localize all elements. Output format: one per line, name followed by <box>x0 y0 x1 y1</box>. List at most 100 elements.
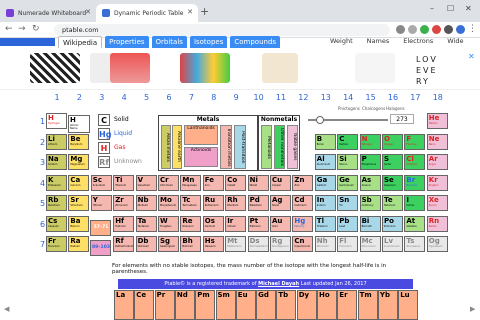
element-cell-zr[interactable]: Zr Zirconium <box>113 195 135 211</box>
element-cell-ca[interactable]: Ca Calcium <box>68 174 90 191</box>
weight-toggle[interactable]: Weight <box>330 37 353 45</box>
element-cell-cl[interactable]: Cl Chlorine <box>404 154 426 170</box>
group-number[interactable]: 16 <box>382 93 404 102</box>
tab-orbitals[interactable]: Orbitals <box>151 36 187 48</box>
lanthanoid-placeholder[interactable]: 57–71 <box>90 220 111 236</box>
ad-image[interactable] <box>180 53 230 83</box>
element-cell-c[interactable]: C Carbon <box>337 133 359 150</box>
group-number[interactable]: 2 <box>68 93 90 102</box>
element-cell-og[interactable]: Og Oganesson <box>426 236 448 252</box>
element-cell-cs[interactable]: Cs Caesium <box>46 215 67 232</box>
element-cell-fl[interactable]: Fl Flerovium <box>337 236 359 252</box>
element-cell-po[interactable]: Po Polonium <box>382 215 403 232</box>
element-cell-pb[interactable]: Pb Lead <box>337 215 359 232</box>
element-cell-si[interactable]: Si Silicon <box>337 154 359 170</box>
group-number[interactable]: 17 <box>404 93 426 102</box>
ptable-logo[interactable] <box>0 38 55 46</box>
element-cell-w[interactable]: W Tungsten <box>158 215 179 232</box>
element-cell-nd[interactable]: Nd <box>174 290 195 320</box>
ad-image[interactable] <box>30 53 80 83</box>
element-cell-pd[interactable]: Pd Palladium <box>247 195 269 211</box>
element-cell-ni[interactable]: Ni Nickel <box>247 174 269 191</box>
group-number[interactable]: 18 <box>427 93 449 102</box>
period-number[interactable]: 4 <box>40 179 45 188</box>
element-cell-ne[interactable]: Ne Neon <box>426 133 448 150</box>
element-cell-os[interactable]: Os Osmium <box>202 215 224 232</box>
element-cell-be[interactable]: Be Beryllium <box>68 133 90 150</box>
element-cell-cd[interactable]: Cd Cadmium <box>292 195 314 211</box>
element-cell-ir[interactable]: Ir Iridium <box>225 215 247 232</box>
legend-actinoids[interactable]: Actinoids <box>184 147 218 167</box>
element-cell-at[interactable]: At Astatine <box>404 215 426 232</box>
tab-compounds[interactable]: Compounds <box>230 36 281 48</box>
element-cell-co[interactable]: Co Cobalt <box>225 174 247 191</box>
legend-metalloids[interactable]: Metalloids <box>261 125 272 169</box>
element-cell-k[interactable]: K Potassium <box>46 174 67 191</box>
element-cell-rn[interactable]: Rn Radon <box>426 215 448 232</box>
ad-image[interactable] <box>110 53 150 83</box>
element-cell-hf[interactable]: Hf Hafnium <box>113 215 135 232</box>
element-cell-n[interactable]: N Nitrogen <box>359 133 381 150</box>
maximize-button[interactable]: ☐ <box>447 4 454 13</box>
element-cell-rb[interactable]: Rb Rubidium <box>46 195 67 211</box>
legend-liquid-swatch[interactable]: Hg <box>98 128 111 140</box>
element-cell-sb[interactable]: Sb Antimony <box>359 195 381 211</box>
group-number[interactable]: 15 <box>360 93 382 102</box>
legend-gas-swatch[interactable]: H <box>98 142 110 154</box>
element-cell-f[interactable]: F Fluorine <box>404 133 426 150</box>
puzzle-icon[interactable] <box>444 25 453 34</box>
element-cell-cu[interactable]: Cu Copper <box>270 174 291 191</box>
element-cell-nb[interactable]: Nb Niobium <box>135 195 157 211</box>
period-number[interactable]: 6 <box>40 220 45 229</box>
minimize-button[interactable]: – <box>430 4 434 13</box>
element-cell-bh[interactable]: Bh Bohrium <box>180 236 202 252</box>
element-cell-se[interactable]: Se Selenium <box>382 174 403 191</box>
ad-image[interactable] <box>262 53 298 83</box>
element-cell-i[interactable]: I Iodine <box>404 195 426 211</box>
tab-isotopes[interactable]: Isotopes <box>189 36 228 48</box>
legend-solid-swatch[interactable]: C <box>98 114 110 126</box>
element-cell-mt[interactable]: Mt Meitnerium <box>225 236 247 252</box>
element-cell-ho[interactable]: Ho <box>317 290 337 320</box>
element-cell-sr[interactable]: Sr Strontium <box>68 195 90 211</box>
group-number[interactable]: 9 <box>225 93 247 102</box>
group-number[interactable]: 10 <box>248 93 270 102</box>
element-cell-ar[interactable]: Ar Argon <box>426 154 448 170</box>
element-cell-sm[interactable]: Sm <box>215 290 236 320</box>
element-cell-re[interactable]: Re Rhenium <box>180 215 202 232</box>
element-cell-zn[interactable]: Zn Zinc <box>292 174 314 191</box>
element-cell-ga[interactable]: Ga Gallium <box>314 174 336 191</box>
ad-image[interactable] <box>355 53 395 83</box>
element-cell-pr[interactable]: Pr <box>154 290 175 320</box>
element-cell-s[interactable]: S Sulfur <box>382 154 403 170</box>
element-cell-ag[interactable]: Ag Silver <box>270 195 291 211</box>
element-cell-mn[interactable]: Mn Manganese <box>180 174 202 191</box>
element-cell-db[interactable]: Db Dubnium <box>135 236 157 252</box>
legend-alkaline[interactable]: Alkaline earth <box>172 125 182 169</box>
element-cell-tl[interactable]: Tl Thallium <box>314 215 336 232</box>
element-cell-fe[interactable]: Fe Iron <box>202 174 224 191</box>
element-cell-ds[interactable]: Ds Darmstadtium <box>247 236 269 252</box>
element-cell-nh[interactable]: Nh Nihonium <box>314 236 336 252</box>
close-window-button[interactable]: ✕ <box>465 4 472 13</box>
url-field[interactable]: ptable.com <box>54 24 390 36</box>
element-cell-yb[interactable]: Yb <box>377 290 398 320</box>
group-number[interactable]: 7 <box>180 93 202 102</box>
temperature-input[interactable]: 273 <box>390 114 414 124</box>
element-cell-sg[interactable]: Sg Seaborgium <box>158 236 179 252</box>
names-toggle[interactable]: Names <box>367 37 390 45</box>
element-cell-na[interactable]: Na Sodium <box>46 154 67 170</box>
element-cell-gd[interactable]: Gd <box>256 290 277 320</box>
element-cell-p[interactable]: P Phosphorus <box>359 154 381 170</box>
close-tab-icon[interactable]: ✕ <box>187 8 193 16</box>
element-cell-eu[interactable]: Eu <box>235 290 256 320</box>
element-cell-sc[interactable]: Sc Scandium <box>90 174 112 191</box>
period-number[interactable]: 1 <box>40 117 45 126</box>
group-number[interactable]: 13 <box>315 93 337 102</box>
element-cell-er[interactable]: Er <box>337 290 358 320</box>
element-cell-dy[interactable]: Dy <box>296 290 317 320</box>
element-cell-pt[interactable]: Pt Platinum <box>247 215 269 232</box>
extension-icon[interactable] <box>420 25 429 34</box>
element-cell-fr[interactable]: Fr Francium <box>46 236 67 252</box>
element-cell-al[interactable]: Al Aluminium <box>314 154 336 170</box>
